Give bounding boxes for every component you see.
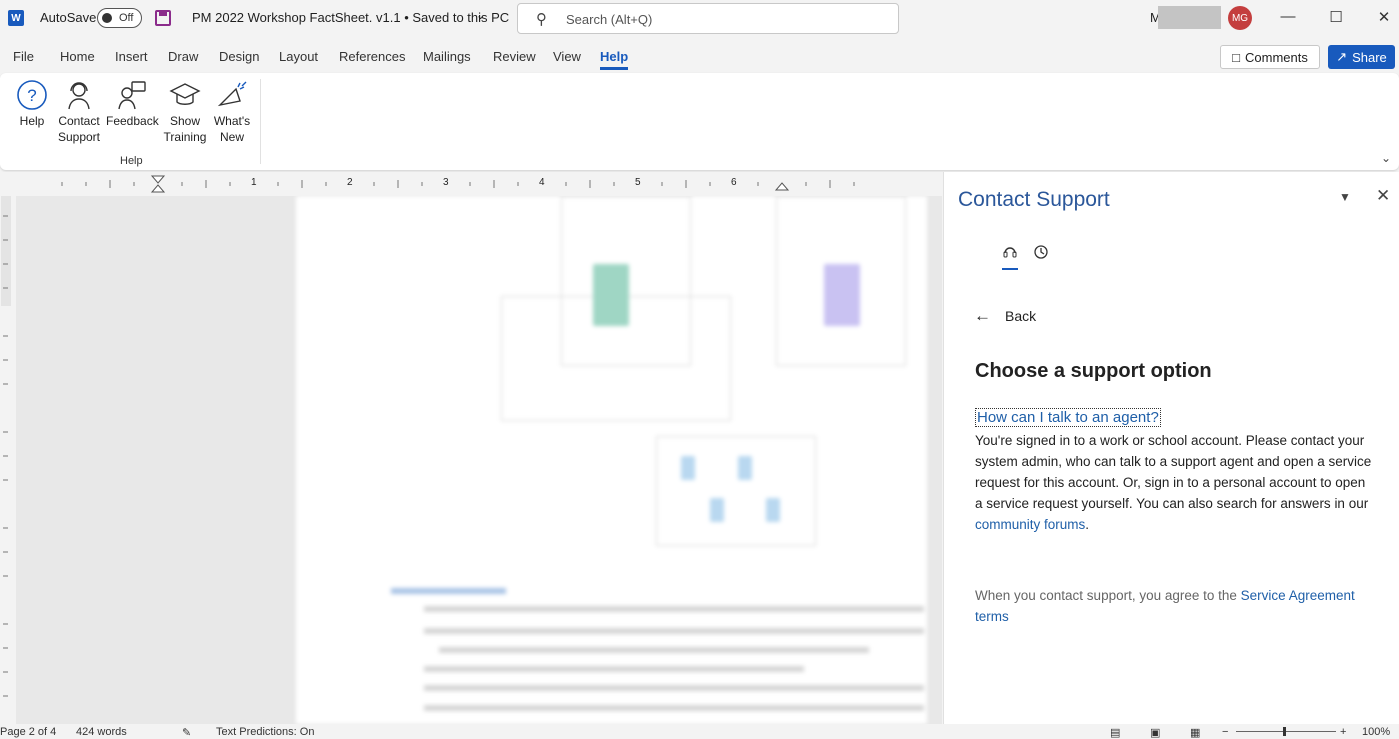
contact-support-line2: Support	[57, 130, 101, 144]
tab-file[interactable]: File	[13, 49, 34, 64]
ribbon-group-label: Help	[120, 155, 143, 167]
ruler-number: 4	[539, 177, 545, 188]
megaphone-icon	[216, 79, 248, 111]
tab-references[interactable]: References	[339, 49, 405, 64]
show-training-line1: Show	[169, 114, 201, 128]
active-tab-indicator	[1002, 268, 1018, 270]
autosave-label: AutoSave	[40, 10, 97, 25]
feedback-label: Feedback	[106, 114, 159, 128]
zoom-out-icon[interactable]: −	[1222, 726, 1228, 738]
ruler-number: 5	[635, 177, 641, 188]
comments-label: Comments	[1245, 49, 1308, 65]
ruler-number: 3	[443, 177, 449, 188]
word-app-icon[interactable]: W	[8, 10, 24, 26]
pane-options-icon[interactable]: ▼	[1339, 190, 1351, 204]
support-option-heading: Choose a support option	[975, 360, 1212, 382]
support-description-text: You're signed in to a work or school acc…	[975, 433, 1372, 511]
minimize-icon[interactable]: —	[1278, 8, 1298, 25]
proofing-icon[interactable]: ✎	[182, 726, 191, 739]
help-button[interactable]: ? Help	[14, 79, 50, 129]
zoom-slider[interactable]	[1236, 731, 1336, 732]
close-icon[interactable]: ✕	[1374, 8, 1394, 26]
show-training-button[interactable]: Show Training	[162, 79, 208, 145]
tab-view[interactable]: View	[553, 49, 581, 64]
back-arrow-icon: ←	[974, 306, 991, 325]
feedback-button[interactable]: Feedback	[106, 79, 159, 129]
search-icon: ⚲	[536, 11, 547, 28]
vertical-ruler[interactable]	[0, 196, 16, 724]
ribbon: ? Help Contact Support Feedback Show Tra…	[0, 73, 1399, 170]
zoom-in-icon[interactable]: +	[1340, 726, 1346, 738]
avatar[interactable]: MG	[1228, 6, 1252, 30]
headset-icon	[63, 79, 95, 111]
tab-help[interactable]: Help	[600, 49, 629, 70]
community-forums-link[interactable]: community forums	[975, 517, 1085, 532]
tab-insert[interactable]: Insert	[115, 49, 148, 64]
whats-new-line2: New	[219, 130, 244, 144]
autosave-toggle[interactable]: Off	[97, 8, 142, 28]
ruler-number: 2	[347, 177, 353, 188]
agreement-text: When you contact support, you agree to t…	[975, 588, 1241, 603]
back-button[interactable]: ← Back	[974, 306, 1036, 326]
tab-draw[interactable]: Draw	[168, 49, 198, 64]
pane-close-icon[interactable]: ✕	[1376, 186, 1390, 206]
text-predictions-status[interactable]: Text Predictions: On	[216, 726, 314, 738]
group-separator	[260, 79, 261, 164]
history-icon[interactable]	[1033, 244, 1049, 263]
user-name-redacted	[1158, 6, 1221, 29]
help-icon: ?	[16, 79, 48, 111]
support-description-end: .	[1085, 517, 1090, 532]
tab-home[interactable]: Home	[60, 49, 95, 64]
share-label: Share	[1352, 49, 1387, 65]
document-canvas[interactable]	[16, 196, 942, 724]
graduation-cap-icon	[169, 79, 201, 111]
document-page[interactable]	[296, 196, 927, 724]
tab-mailings[interactable]: Mailings	[423, 49, 471, 64]
collapse-ribbon-icon[interactable]: ⌄	[1381, 151, 1391, 165]
support-description: You're signed in to a work or school acc…	[975, 430, 1375, 535]
share-icon: ↗	[1336, 49, 1348, 64]
feedback-icon	[116, 79, 148, 111]
web-layout-icon[interactable]: ▦	[1190, 726, 1200, 739]
tab-review[interactable]: Review	[493, 49, 536, 64]
back-label: Back	[1005, 308, 1037, 324]
print-layout-icon[interactable]: ▣	[1150, 726, 1160, 739]
ruler-number: 6	[731, 177, 737, 188]
menu-bar: File Home Insert Draw Design Layout Refe…	[0, 43, 1399, 71]
toggle-knob	[102, 13, 112, 23]
whats-new-button[interactable]: What's New	[212, 79, 252, 145]
autosave-state: Off	[119, 12, 134, 24]
whats-new-line1: What's	[213, 114, 251, 128]
zoom-level[interactable]: 100%	[1362, 726, 1390, 738]
chevron-down-icon[interactable]: ⌄	[476, 9, 485, 22]
tab-design[interactable]: Design	[219, 49, 259, 64]
zoom-slider-thumb[interactable]	[1283, 727, 1286, 736]
title-bar: W AutoSave Off PM 2022 Workshop FactShee…	[0, 0, 1399, 36]
contact-support-line1: Contact	[58, 114, 100, 128]
contact-support-pane: Contact Support ▼ ✕ ← Back Choose a supp…	[943, 172, 1399, 724]
read-mode-icon[interactable]: ▤	[1110, 726, 1120, 739]
pane-title: Contact Support	[958, 188, 1110, 211]
maximize-icon[interactable]: ☐	[1326, 8, 1346, 26]
svg-text:?: ?	[27, 86, 36, 105]
document-title[interactable]: PM 2022 Workshop FactSheet. v1.1 • Saved…	[192, 10, 509, 25]
word-count[interactable]: 424 words	[76, 726, 127, 738]
save-icon[interactable]	[155, 10, 171, 26]
comments-button[interactable]: □ Comments	[1220, 45, 1320, 69]
ruler-number: 1	[251, 177, 257, 188]
contact-support-button[interactable]: Contact Support	[55, 79, 103, 145]
talk-to-agent-link[interactable]: How can I talk to an agent?	[975, 408, 1161, 427]
search-placeholder: Search (Alt+Q)	[566, 12, 653, 27]
tab-layout[interactable]: Layout	[279, 49, 318, 64]
comment-icon: □	[1232, 49, 1240, 65]
page-count[interactable]: Page 2 of 4	[0, 726, 56, 738]
help-label: Help	[19, 114, 45, 128]
status-bar: Page 2 of 4 424 words ✎ Text Predictions…	[0, 724, 1399, 739]
agreement-notice: When you contact support, you agree to t…	[975, 585, 1375, 627]
support-tab-icon[interactable]	[1002, 244, 1018, 263]
horizontal-ruler[interactable]: 1 2 3 4 5 6	[0, 172, 943, 196]
share-button[interactable]: ↗ Share	[1328, 45, 1395, 69]
show-training-line2: Training	[163, 130, 207, 144]
search-input[interactable]: ⚲ Search (Alt+Q)	[517, 3, 899, 34]
